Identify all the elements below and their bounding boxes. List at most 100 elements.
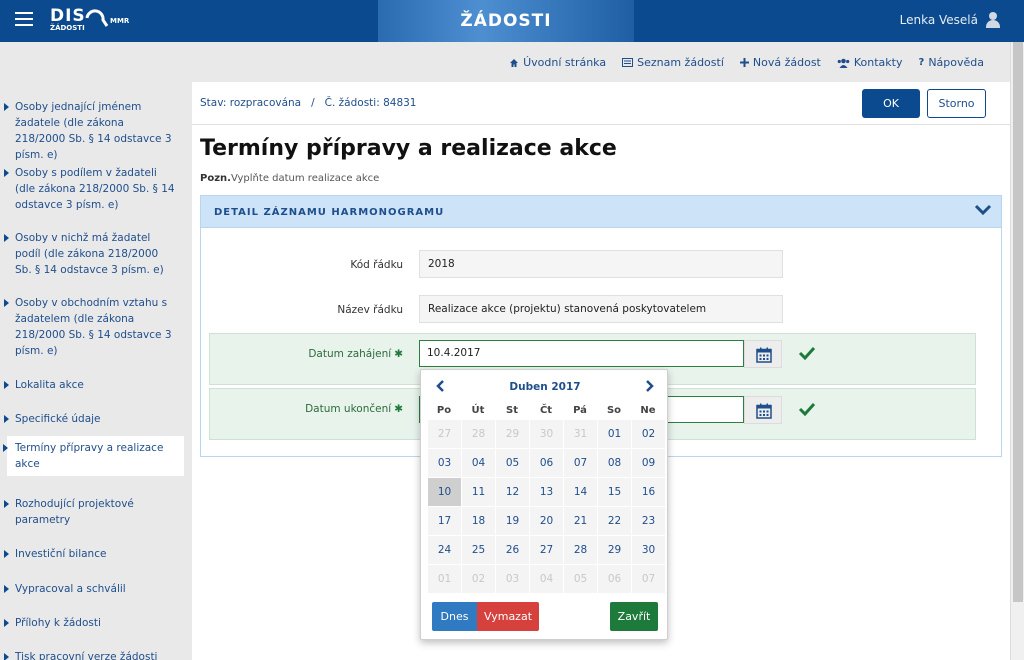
nav-link-contacts[interactable]: Kontakty (837, 56, 903, 69)
calendar-icon (756, 347, 772, 363)
sidebar-item-prilohy[interactable]: Přílohy k žádosti (0, 615, 184, 631)
day-of-week-header: Čt (539, 405, 553, 416)
nav-link-label: Kontakty (853, 56, 903, 69)
kod-radku-field[interactable]: 2018 (419, 250, 783, 278)
calendar-day[interactable]: 20 (530, 507, 563, 535)
calendar-day: 01 (428, 565, 461, 593)
calendar-day: 04 (530, 565, 563, 593)
calendar-day[interactable]: 19 (496, 507, 529, 535)
plus-icon (739, 58, 749, 67)
sidebar-item-tisk[interactable]: Tisk pracovní verze žádosti (0, 649, 184, 660)
note-prefix: Pozn. (200, 173, 231, 184)
sidebar-item-osoby-s-podilem[interactable]: Osoby s podílem v žadateli (dle zákona 2… (0, 165, 184, 213)
calendar-day[interactable]: 17 (428, 507, 461, 535)
ok-button[interactable]: OK (862, 89, 920, 118)
calendar-day[interactable]: 21 (564, 507, 597, 535)
calendar-day: 07 (632, 565, 665, 593)
prev-month-icon[interactable] (433, 378, 449, 394)
calendar-day[interactable]: 16 (632, 478, 665, 506)
sidebar-item-lokalita[interactable]: Lokalita akce (0, 377, 184, 393)
page-scrollbar[interactable] (1010, 42, 1024, 660)
datum-zahajeni-calendar-button[interactable] (744, 340, 782, 368)
sidebar-item-osoby-jednajici[interactable]: Osoby jednající jménem žadatele (dle zák… (0, 99, 184, 163)
scrollbar-thumb[interactable] (1013, 42, 1023, 602)
required-asterisk-icon: ✱ (394, 348, 403, 360)
calendar-day: 29 (496, 420, 529, 448)
calendar-day[interactable]: 13 (530, 478, 563, 506)
logo[interactable]: DIS ŽÁDOSTI MMR (50, 6, 129, 32)
nav-link-label: Úvodní stránka (523, 56, 607, 69)
nav-link-new[interactable]: Nová žádost (739, 56, 821, 69)
today-button[interactable]: Dnes (432, 602, 477, 631)
storno-button[interactable]: Storno (927, 89, 986, 118)
panel-header[interactable]: DETAIL ZÁZNAMU HARMONOGRAMU (201, 196, 1001, 228)
sidebar-item-label: Přílohy k žádosti (15, 617, 101, 629)
calendar-day[interactable]: 29 (598, 536, 631, 564)
sidebar-item-osoby-obchodni[interactable]: Osoby v obchodním vztahu s žadatelem (dl… (0, 295, 184, 359)
day-of-week-header: So (606, 405, 622, 416)
sidebar-item-osoby-v-nichz[interactable]: Osoby v nichž má žadatel podíl (dle záko… (0, 230, 184, 278)
calendar-day[interactable]: 06 (530, 449, 563, 477)
calendar-day[interactable]: 22 (598, 507, 631, 535)
clear-button[interactable]: Vymazat (477, 602, 539, 631)
calendar-day[interactable]: 01 (598, 420, 631, 448)
sidebar-item-bilance[interactable]: Investiční bilance (0, 546, 184, 562)
nav-link-label: Seznam žádostí (637, 56, 724, 69)
calendar-day[interactable]: 23 (632, 507, 665, 535)
calendar-day: 27 (428, 420, 461, 448)
user-menu[interactable]: Lenka Veselá (900, 12, 1000, 28)
logo-main-text: DIS (50, 6, 86, 26)
sidebar-item-label: Vypracoval a schválil (15, 583, 126, 595)
datum-zahajeni-label: Datum zahájení ✱ (253, 348, 403, 360)
sidebar-item-label: Osoby s podílem v žadateli (dle zákona 2… (15, 167, 175, 211)
calendar-day[interactable]: 24 (428, 536, 461, 564)
calendar-day[interactable]: 15 (598, 478, 631, 506)
calendar-day[interactable]: 11 (462, 478, 495, 506)
nazev-radku-field[interactable]: Realizace akce (projektu) stanovená posk… (419, 295, 783, 323)
datum-zahajeni-input[interactable]: 10.4.2017 (419, 340, 744, 367)
calendar-day[interactable]: 26 (496, 536, 529, 564)
nav-link-label: Nápověda (928, 56, 984, 69)
kod-radku-label: Kód řádku (350, 259, 403, 271)
valid-check-icon (798, 402, 816, 416)
calendar-day[interactable]: 05 (496, 449, 529, 477)
calendar-day[interactable]: 08 (598, 449, 631, 477)
calendar-day[interactable]: 25 (462, 536, 495, 564)
sidebar-item-label: Termíny přípravy a realizace akce (15, 442, 164, 470)
day-of-week-header: St (506, 405, 518, 416)
nav-link-home[interactable]: Úvodní stránka (509, 56, 606, 69)
note-text: Vyplňte datum realizace akce (230, 173, 380, 184)
datum-ukonceni-label: Datum ukončení ✱ (253, 403, 403, 415)
chevron-down-icon[interactable] (973, 202, 993, 218)
nav-link-help[interactable]: ? Nápověda (919, 56, 985, 69)
calendar-day[interactable]: 03 (428, 449, 461, 477)
calendar-day[interactable]: 14 (564, 478, 597, 506)
calendar-day[interactable]: 09 (632, 449, 665, 477)
hamburger-menu-icon[interactable] (15, 12, 33, 26)
status-bar: Stav: rozpracována / Č. žádosti: 84831 O… (192, 82, 1010, 125)
calendar-day[interactable]: 27 (530, 536, 563, 564)
day-of-week-header: Po (436, 405, 452, 416)
calendar-day-selected[interactable]: 10 (428, 478, 461, 506)
calendar-day[interactable]: 30 (632, 536, 665, 564)
sidebar-item-label: Tisk pracovní verze žádosti (15, 651, 158, 660)
calendar-day: 28 (462, 420, 495, 448)
calendar-day[interactable]: 04 (462, 449, 495, 477)
calendar-day[interactable]: 02 (632, 420, 665, 448)
nazev-radku-label: Název řádku (337, 304, 403, 316)
sidebar-item-vypracoval[interactable]: Vypracoval a schválil (0, 581, 184, 597)
sidebar-item-specificke[interactable]: Specifické údaje (0, 411, 184, 427)
datepicker-month-title[interactable]: Duben 2017 (481, 381, 609, 393)
calendar-day[interactable]: 28 (564, 536, 597, 564)
calendar-day[interactable]: 12 (496, 478, 529, 506)
calendar-day[interactable]: 18 (462, 507, 495, 535)
sidebar-item-label: Osoby v obchodním vztahu s žadatelem (dl… (15, 297, 172, 357)
sidebar-item-terminy[interactable]: Termíny přípravy a realizace akce (3, 436, 184, 476)
close-button[interactable]: Zavřít (610, 602, 658, 631)
datum-ukonceni-calendar-button[interactable] (744, 396, 782, 424)
calendar-day[interactable]: 07 (564, 449, 597, 477)
next-month-icon[interactable] (641, 378, 657, 394)
nav-link-list[interactable]: Seznam žádostí (622, 56, 724, 69)
caret-right-icon (4, 299, 9, 307)
sidebar-item-parametry[interactable]: Rozhodující projektové parametry (0, 496, 184, 528)
